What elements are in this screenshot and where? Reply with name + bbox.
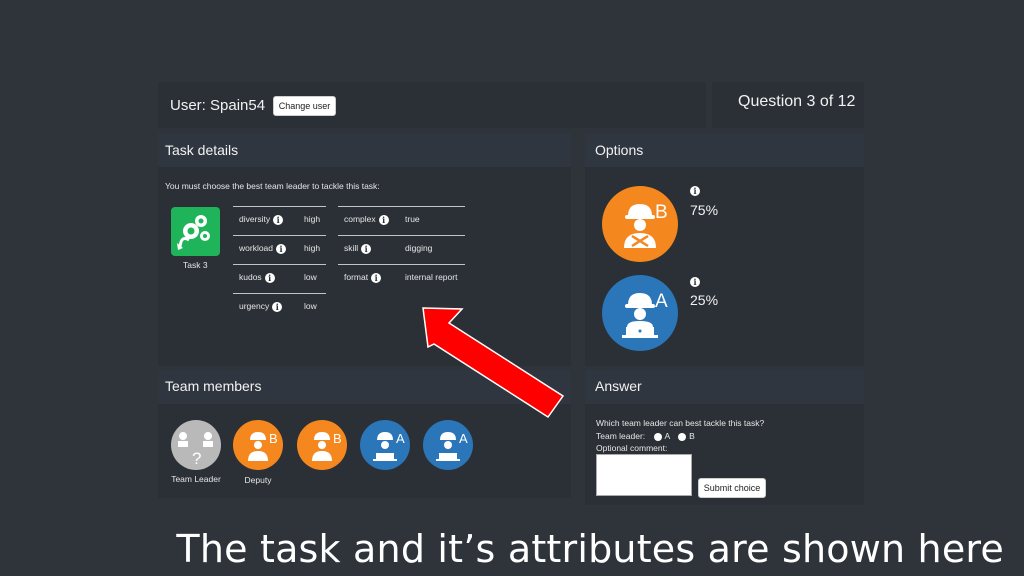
- info-icon[interactable]: i: [690, 277, 700, 287]
- submit-choice-button[interactable]: Submit choice: [698, 478, 766, 498]
- attr-name: format i: [344, 272, 382, 283]
- svg-text:?: ?: [192, 449, 201, 468]
- options-title: Options: [595, 142, 644, 158]
- team-leader-avatar[interactable]: ?: [171, 420, 221, 470]
- radio-b-label: B: [689, 431, 695, 441]
- option-a-letter: A: [655, 291, 668, 312]
- task-instruction: You must choose the best team leader to …: [165, 181, 380, 191]
- member-avatar[interactable]: A: [360, 420, 410, 470]
- attr-name: diversity i: [239, 214, 284, 225]
- attr-divider: [233, 293, 326, 294]
- info-icon[interactable]: i: [378, 214, 389, 225]
- attr-name: complex i: [344, 214, 389, 225]
- info-icon[interactable]: i: [273, 214, 284, 225]
- info-icon[interactable]: i: [272, 301, 283, 312]
- attr-value: low: [304, 301, 317, 311]
- task-icon: [171, 207, 220, 256]
- deputy-role: Deputy: [244, 475, 272, 485]
- attr-name: workload i: [239, 243, 287, 254]
- option-a-avatar[interactable]: A: [602, 275, 678, 351]
- comment-textarea[interactable]: [596, 454, 692, 496]
- attr-name: urgency i: [239, 301, 283, 312]
- team-members-title: Team members: [165, 378, 262, 394]
- info-icon[interactable]: i: [690, 186, 700, 196]
- attr-divider: [233, 206, 326, 207]
- attr-value: internal report: [405, 272, 458, 282]
- radio-option-a[interactable]: [653, 432, 662, 441]
- attr-value: high: [304, 243, 321, 253]
- member-letter: B: [333, 431, 342, 446]
- attr-divider: [338, 264, 465, 265]
- slide-caption: The task and it’s attributes are shown h…: [176, 527, 1004, 571]
- user-label: User: Spain54: [170, 97, 266, 114]
- member-letter: A: [396, 431, 405, 446]
- attr-value: true: [405, 214, 420, 224]
- unknown-leader-icon: ?: [178, 432, 213, 468]
- change-user-button[interactable]: Change user: [273, 96, 336, 116]
- construction-worker-icon: [624, 204, 656, 248]
- attr-divider: [338, 235, 465, 236]
- laptop-worker-icon: [622, 293, 658, 338]
- attr-value: digging: [405, 243, 433, 253]
- team-leader-label: Team leader:: [596, 431, 646, 441]
- task-name: Task 3: [183, 260, 208, 270]
- attr-divider: [338, 206, 465, 207]
- team-leader-role: Team Leader: [171, 474, 221, 484]
- attr-value: high: [304, 214, 321, 224]
- member-avatar[interactable]: A: [423, 420, 473, 470]
- attr-divider: [233, 264, 326, 265]
- member-letter: B: [269, 431, 278, 446]
- answer-title: Answer: [595, 378, 642, 394]
- member-avatar[interactable]: B: [297, 420, 347, 470]
- info-icon[interactable]: i: [371, 272, 382, 283]
- attr-name: skill i: [344, 243, 372, 254]
- attr-name: kudos i: [239, 272, 275, 283]
- answer-question: Which team leader can best tackle this t…: [596, 418, 765, 428]
- option-b-avatar[interactable]: B: [602, 186, 678, 262]
- task-details-title: Task details: [165, 142, 239, 158]
- radio-a-label: A: [664, 431, 670, 441]
- question-counter: Question 3 of 12: [738, 93, 856, 110]
- attr-value: low: [304, 272, 317, 282]
- info-icon[interactable]: i: [276, 243, 287, 254]
- deputy-avatar[interactable]: B: [233, 420, 283, 470]
- attr-divider: [233, 235, 326, 236]
- team-leader-choice: Team leader: A B: [596, 431, 695, 441]
- member-letter: A: [459, 431, 468, 446]
- info-icon[interactable]: i: [361, 243, 372, 254]
- option-a-percent: 25%: [690, 292, 719, 308]
- comment-label: Optional comment:: [596, 443, 668, 453]
- option-b-percent: 75%: [690, 202, 719, 218]
- option-b-letter: B: [655, 202, 668, 223]
- info-icon[interactable]: i: [264, 272, 275, 283]
- radio-option-b[interactable]: [678, 432, 687, 441]
